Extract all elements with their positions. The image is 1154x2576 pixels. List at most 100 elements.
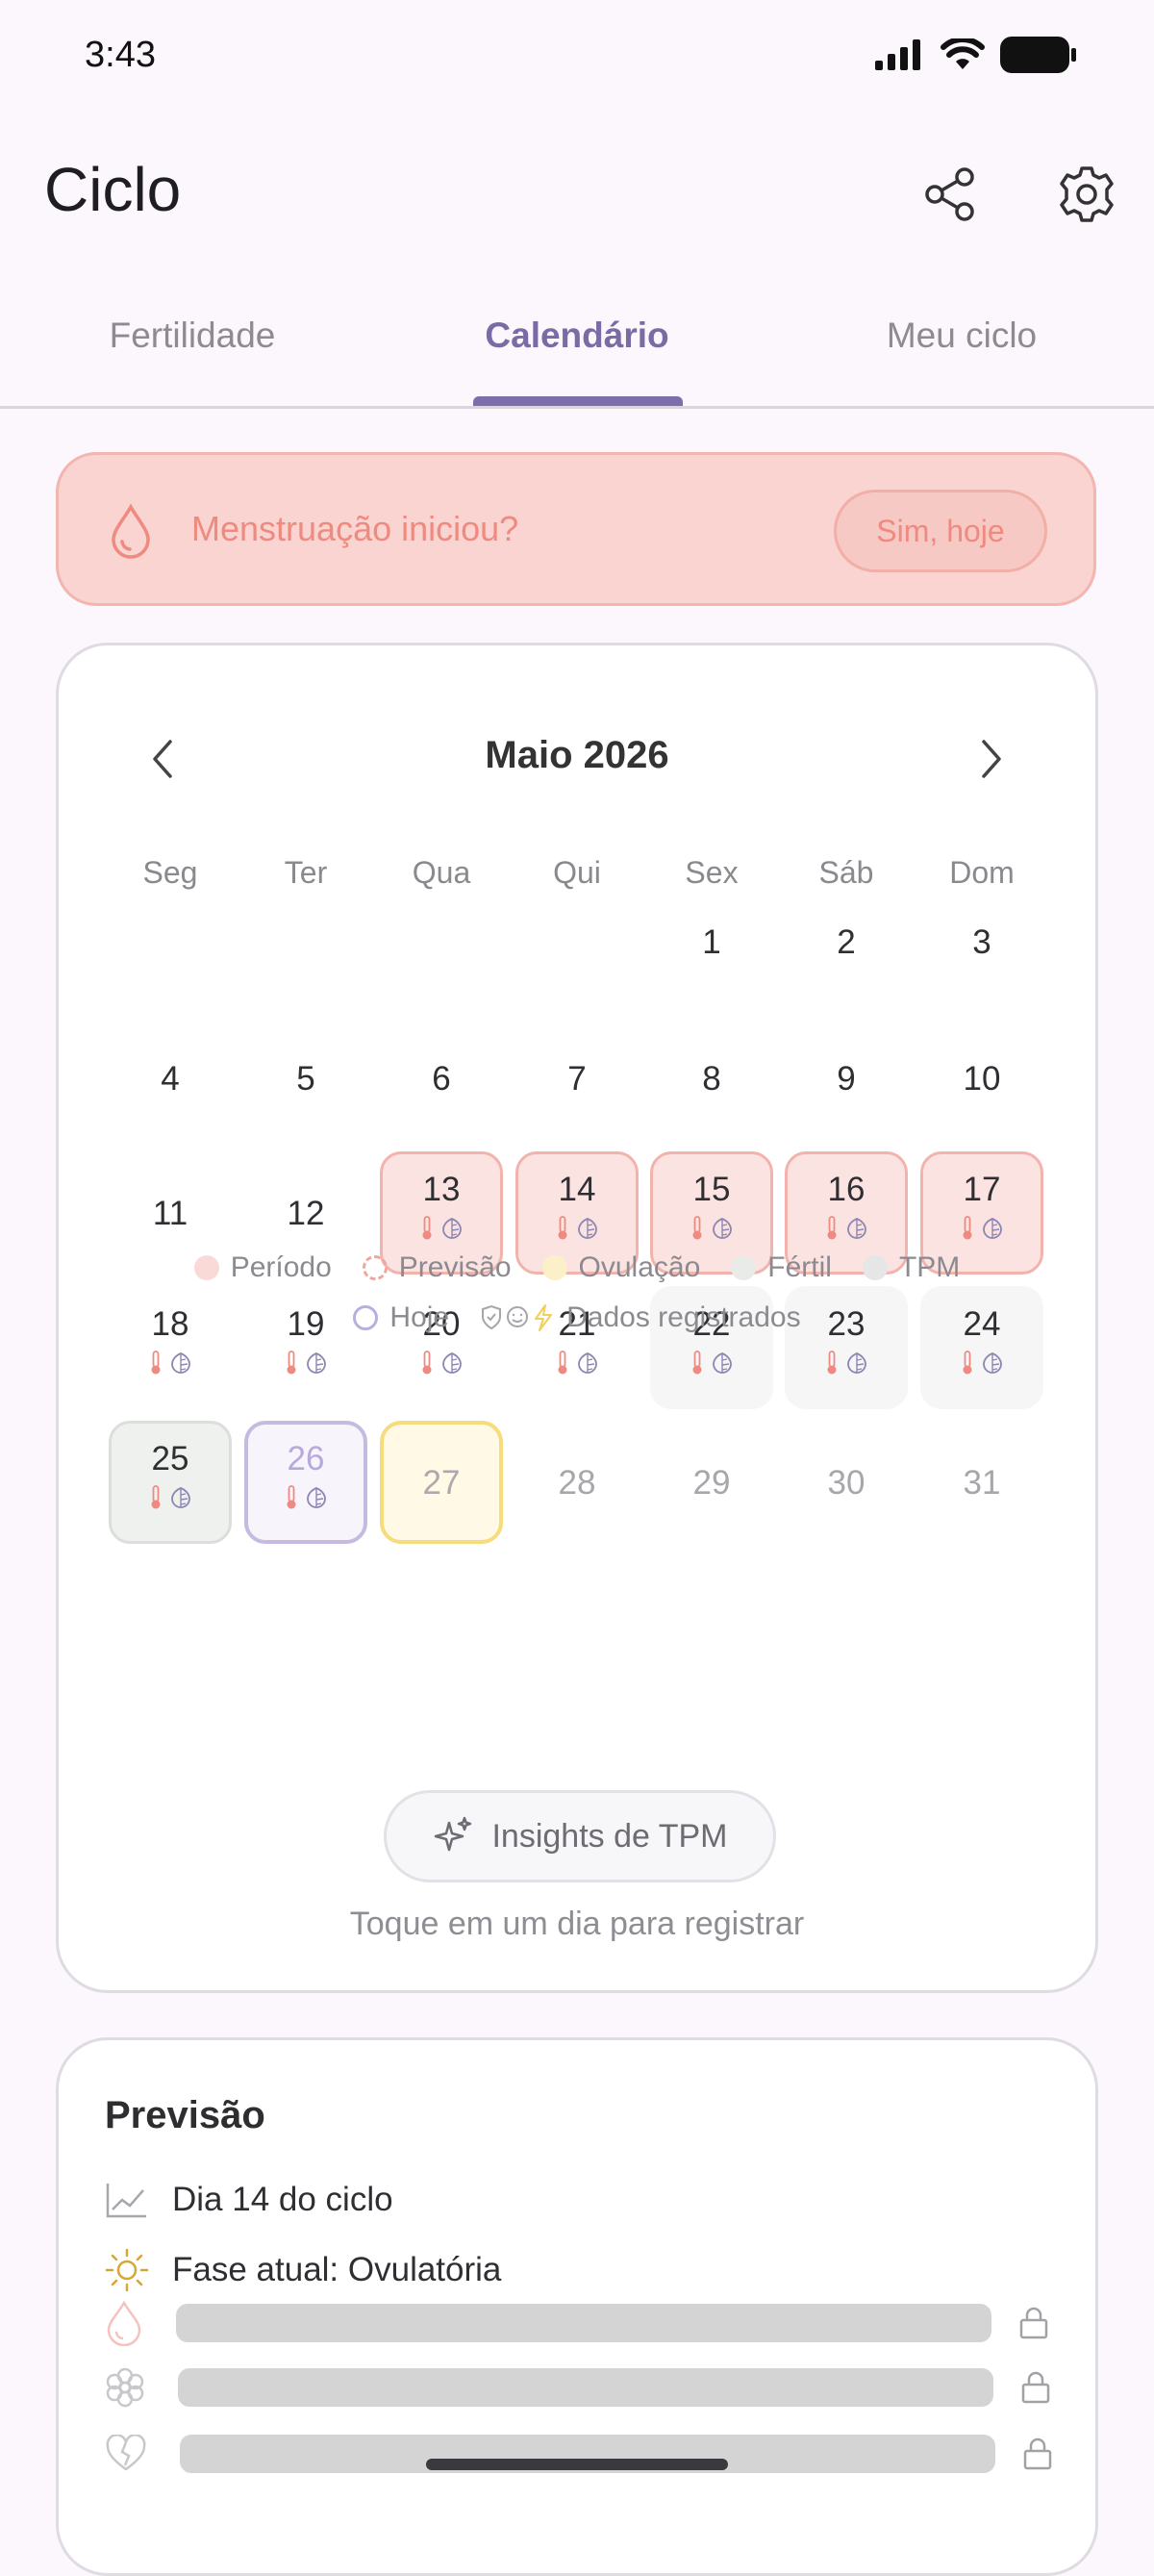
legend-ovulation-label: Ovulação <box>578 1251 701 1283</box>
hormone-icon <box>307 1486 326 1508</box>
hormone-icon <box>578 1217 597 1239</box>
home-indicator <box>426 2459 728 2470</box>
hormone-icon <box>442 1351 462 1374</box>
calendar-day[interactable]: 6 <box>380 1017 503 1140</box>
day-log-icons <box>420 1215 463 1241</box>
thermometer-icon <box>963 1215 972 1239</box>
legend-forecast: Previsão <box>362 1251 512 1284</box>
hormone-icon <box>983 1351 1002 1374</box>
cycle-day-text: Dia 14 do ciclo <box>172 2181 393 2218</box>
thermometer-icon <box>287 1484 296 1508</box>
period-start-banner: Menstruação iniciou? Sim, hoje <box>56 452 1096 606</box>
legend-tpm: TPM <box>862 1251 961 1284</box>
drop-icon <box>107 2300 141 2346</box>
tpm-dot-icon <box>862 1255 888 1280</box>
hormone-icon <box>847 1351 866 1374</box>
day-number: 15 <box>692 1170 731 1208</box>
share-button[interactable] <box>917 162 983 227</box>
day-log-icons <box>285 1350 327 1376</box>
weekday-label: Ter <box>284 855 328 890</box>
tab-fertility[interactable]: Fertilidade <box>48 316 337 356</box>
period-yes-button[interactable]: Sim, hoje <box>834 490 1047 572</box>
legend-tpm-label: TPM <box>898 1251 961 1283</box>
tpm-insights-button[interactable]: Insights de TPM <box>384 1790 776 1882</box>
day-number: 12 <box>287 1194 325 1232</box>
calendar-day-today[interactable]: 26 <box>244 1421 367 1544</box>
status-time: 3:43 <box>85 35 156 75</box>
day-number: 30 <box>827 1463 866 1502</box>
calendar-day[interactable]: 27 <box>380 1421 503 1544</box>
day-log-icons <box>690 1215 733 1241</box>
legend-forecast-label: Previsão <box>398 1251 512 1283</box>
calendar-day[interactable]: 7 <box>515 1017 639 1140</box>
day-log-icons <box>825 1350 867 1376</box>
day-number: 4 <box>161 1059 180 1098</box>
prediction-title: Previsão <box>105 2094 265 2136</box>
legend-ovulation: Ovulação <box>541 1251 701 1284</box>
day-number: 10 <box>963 1059 1001 1098</box>
thermometer-icon <box>558 1350 567 1374</box>
day-log-icons <box>285 1484 327 1510</box>
legend-fertile: Fértil <box>731 1251 832 1284</box>
cycle-day-row: Dia 14 do ciclo <box>105 2181 393 2219</box>
legend-period-label: Período <box>230 1251 332 1283</box>
locked-row-period[interactable] <box>105 2300 1049 2346</box>
page-title: Ciclo <box>44 155 182 224</box>
day-log-icons <box>149 1350 191 1376</box>
status-icons <box>875 37 1077 73</box>
hormone-icon <box>713 1217 732 1239</box>
thermometer-icon <box>827 1215 837 1239</box>
thermometer-icon <box>422 1350 432 1374</box>
day-log-icons <box>825 1215 867 1241</box>
day-number: 25 <box>151 1439 189 1477</box>
day-log-icons <box>149 1484 191 1510</box>
calendar-day[interactable]: 29 <box>650 1421 773 1544</box>
prediction-card: Previsão Dia 14 do ciclo Fase atual: Ovu… <box>56 2037 1098 2576</box>
calendar-day[interactable]: 9 <box>785 1017 908 1140</box>
calendar-day[interactable]: 10 <box>920 1017 1043 1140</box>
gear-icon <box>1060 166 1114 222</box>
calendar-day[interactable]: 1 <box>650 880 773 1003</box>
calendar-day[interactable]: 8 <box>650 1017 773 1140</box>
weekday-label: Qua <box>412 855 471 890</box>
thermometer-icon <box>692 1350 702 1374</box>
calendar-day[interactable]: 4 <box>109 1017 232 1140</box>
hormone-icon <box>171 1486 190 1508</box>
day-number: 31 <box>963 1463 1001 1502</box>
day-number: 16 <box>827 1170 866 1208</box>
trend-chart-icon <box>106 2184 146 2218</box>
today-ring-icon <box>353 1305 379 1330</box>
phase-text: Fase atual: Ovulatória <box>172 2251 502 2288</box>
day-number: 11 <box>152 1194 188 1232</box>
calendar-day[interactable]: 30 <box>785 1421 908 1544</box>
day-log-icons <box>961 1215 1003 1241</box>
calendar-day[interactable]: 25 <box>109 1421 232 1544</box>
tpm-insights-label: Insights de TPM <box>491 1817 728 1855</box>
forecast-dot-icon <box>362 1255 388 1280</box>
hormone-icon <box>847 1217 866 1239</box>
thermometer-icon <box>692 1215 702 1239</box>
share-icon <box>925 167 974 221</box>
phase-row: Fase atual: Ovulatória <box>105 2248 501 2292</box>
calendar-day[interactable]: 5 <box>244 1017 367 1140</box>
tab-my-cycle[interactable]: Meu ciclo <box>817 316 1106 356</box>
settings-button[interactable] <box>1054 162 1119 227</box>
locked-row-fertility[interactable] <box>105 2367 1051 2408</box>
day-number: 29 <box>692 1463 731 1502</box>
hormone-icon <box>983 1217 1002 1239</box>
drop-icon <box>112 503 150 559</box>
calendar-day[interactable]: 28 <box>515 1421 639 1544</box>
next-month-button[interactable] <box>980 738 1003 785</box>
calendar-day[interactable]: 3 <box>920 880 1043 1003</box>
day-log-icons <box>420 1350 463 1376</box>
day-number: 26 <box>287 1439 325 1477</box>
legend-fertile-label: Fértil <box>767 1251 832 1283</box>
calendar-day[interactable]: 2 <box>785 880 908 1003</box>
weekday-label: Qui <box>553 855 601 890</box>
ovulation-dot-icon <box>541 1255 567 1280</box>
hormone-icon <box>578 1351 597 1374</box>
thermometer-icon <box>422 1215 432 1239</box>
period-dot-icon <box>193 1255 219 1280</box>
tab-calendar[interactable]: Calendário <box>433 316 721 356</box>
calendar-day[interactable]: 31 <box>920 1421 1043 1544</box>
